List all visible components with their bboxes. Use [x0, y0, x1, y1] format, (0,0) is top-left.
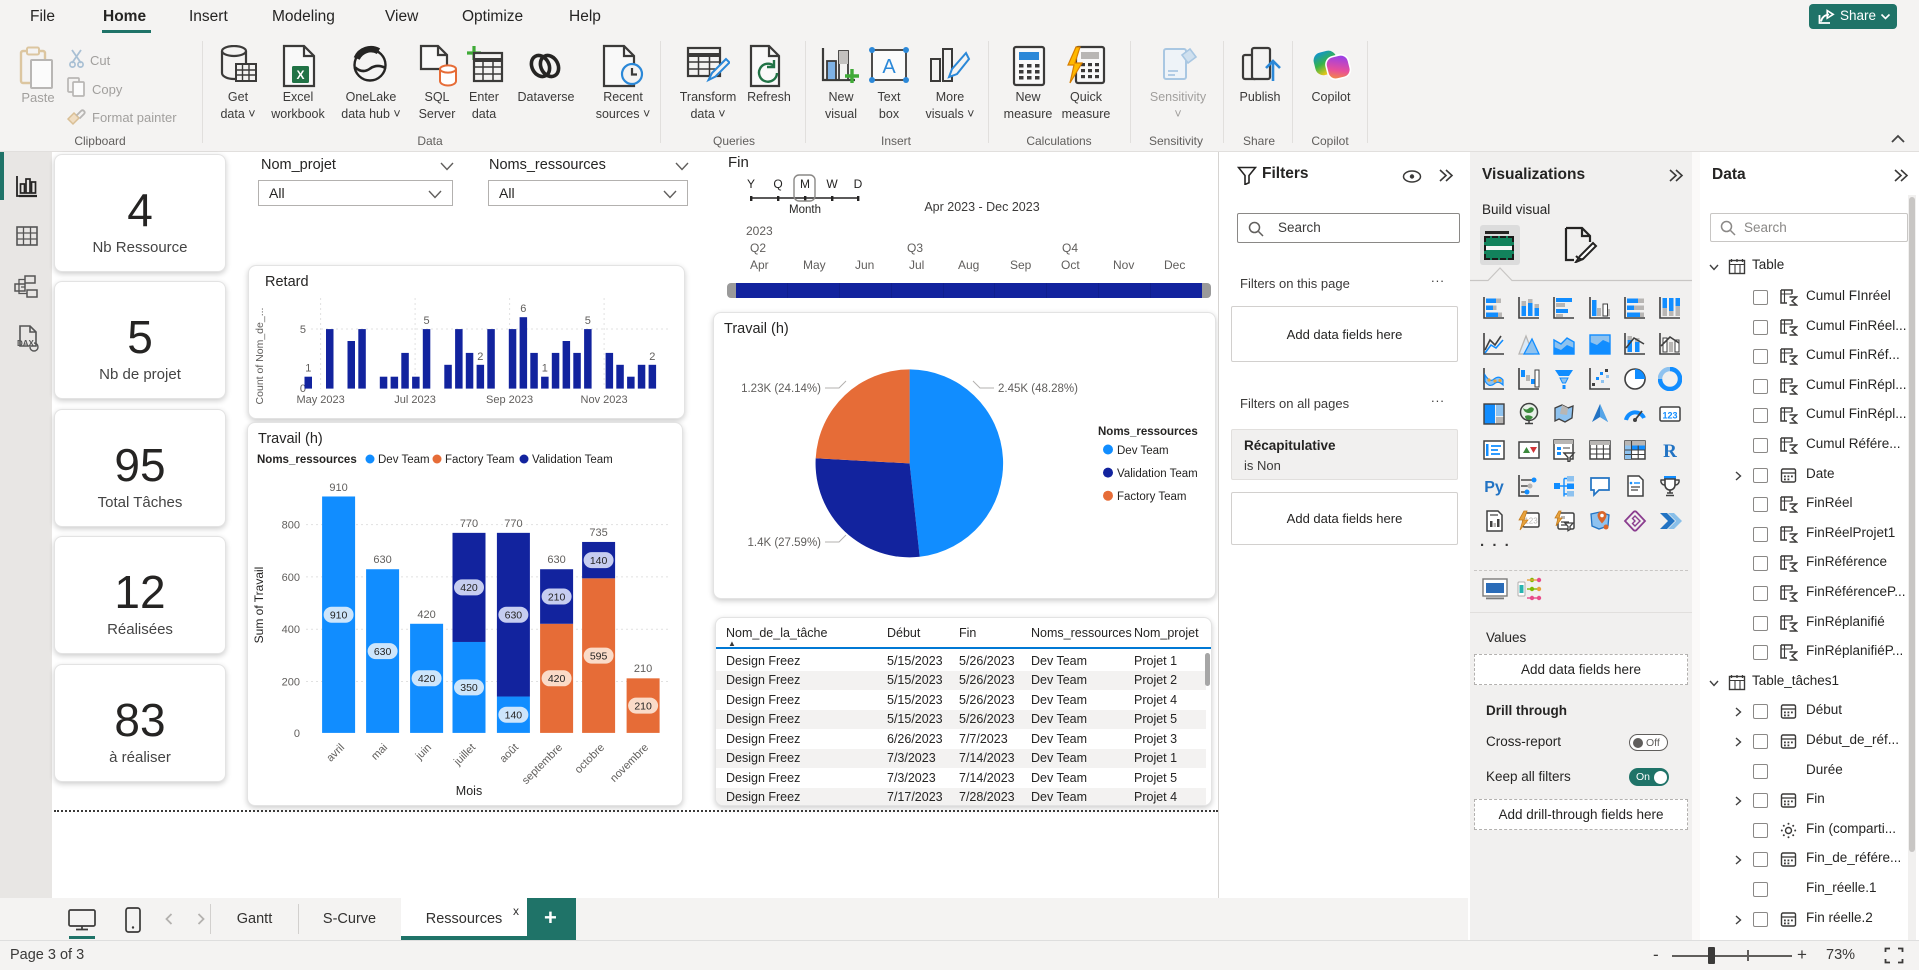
svg-text:770: 770 — [504, 518, 522, 530]
svg-text:6: 6 — [520, 303, 526, 315]
svg-text:1.23K (24.14%): 1.23K (24.14%) — [741, 383, 821, 395]
svg-text:210: 210 — [634, 663, 652, 675]
svg-text:Y: Y — [747, 177, 755, 191]
svg-text:juillet: juillet — [451, 742, 478, 769]
svg-text:2.45K (48.28%): 2.45K (48.28%) — [998, 383, 1078, 395]
svg-text:0: 0 — [294, 728, 300, 740]
svg-text:140: 140 — [590, 555, 608, 567]
svg-text:D: D — [854, 177, 863, 191]
svg-text:X: X — [296, 68, 304, 82]
svg-text:123: 123 — [1662, 411, 1677, 421]
svg-text:W: W — [826, 177, 838, 191]
svg-text:420: 420 — [417, 609, 435, 621]
svg-text:735: 735 — [589, 527, 607, 539]
svg-text:Nov 2023: Nov 2023 — [581, 394, 628, 406]
svg-text:Q: Q — [773, 177, 782, 191]
svg-text:Validation Team: Validation Team — [1117, 468, 1198, 480]
svg-text:600: 600 — [282, 572, 300, 584]
svg-text:Factory Team: Factory Team — [1117, 491, 1186, 503]
svg-text:800: 800 — [282, 520, 300, 532]
svg-text:5: 5 — [585, 315, 591, 327]
svg-text:595: 595 — [590, 650, 608, 662]
svg-text:770: 770 — [460, 518, 478, 530]
svg-text:novembre: novembre — [608, 742, 651, 785]
svg-text:630: 630 — [505, 610, 523, 622]
svg-text:400: 400 — [282, 624, 300, 636]
svg-text:910: 910 — [329, 482, 347, 494]
svg-text:avril: avril — [324, 742, 347, 765]
svg-text:juin: juin — [413, 742, 434, 763]
svg-text:DAX: DAX — [17, 339, 35, 348]
svg-text:1.4K (27.59%): 1.4K (27.59%) — [747, 537, 821, 549]
svg-text:Sum of Travail: Sum of Travail — [252, 567, 266, 644]
svg-text:140: 140 — [505, 710, 523, 722]
svg-text:420: 420 — [418, 673, 436, 685]
svg-text:août: août — [497, 742, 521, 766]
svg-text:2: 2 — [649, 351, 655, 363]
svg-text:630: 630 — [547, 554, 565, 566]
svg-text:septembre: septembre — [520, 742, 565, 787]
svg-text:630: 630 — [373, 554, 391, 566]
svg-text:420: 420 — [460, 582, 478, 594]
svg-text:Sep 2023: Sep 2023 — [486, 394, 533, 406]
svg-text:350: 350 — [460, 682, 478, 694]
svg-text:1: 1 — [305, 363, 311, 375]
svg-text:420: 420 — [548, 673, 566, 685]
svg-text:Dev Team: Dev Team — [378, 454, 430, 466]
svg-text:910: 910 — [330, 610, 348, 622]
svg-text:Noms_ressources: Noms_ressources — [257, 454, 357, 466]
svg-text:M: M — [800, 177, 810, 191]
svg-text:mai: mai — [369, 742, 390, 763]
svg-text:5: 5 — [424, 315, 430, 327]
svg-text:Jul 2023: Jul 2023 — [394, 394, 436, 406]
svg-text:210: 210 — [548, 591, 566, 603]
svg-text:Month: Month — [789, 204, 821, 214]
svg-text:Validation Team: Validation Team — [532, 454, 613, 466]
svg-text:2: 2 — [477, 351, 483, 363]
svg-text:Py: Py — [1484, 479, 1504, 496]
svg-text:200: 200 — [282, 677, 300, 689]
svg-text:R: R — [1663, 441, 1677, 462]
svg-text:Count of Nom_de_...: Count of Nom_de_... — [254, 308, 266, 405]
svg-text:Factory Team: Factory Team — [445, 454, 514, 466]
svg-text:Dev Team: Dev Team — [1117, 445, 1169, 457]
svg-text:210: 210 — [634, 700, 652, 712]
svg-text:Mois: Mois — [456, 784, 482, 798]
svg-text:5: 5 — [300, 324, 306, 336]
svg-text:Noms_ressources: Noms_ressources — [1098, 426, 1198, 438]
svg-text:octobre: octobre — [573, 742, 607, 776]
svg-text:1: 1 — [542, 363, 548, 375]
svg-text:A: A — [882, 56, 896, 78]
svg-text:May 2023: May 2023 — [296, 394, 344, 406]
svg-text:630: 630 — [374, 646, 392, 658]
